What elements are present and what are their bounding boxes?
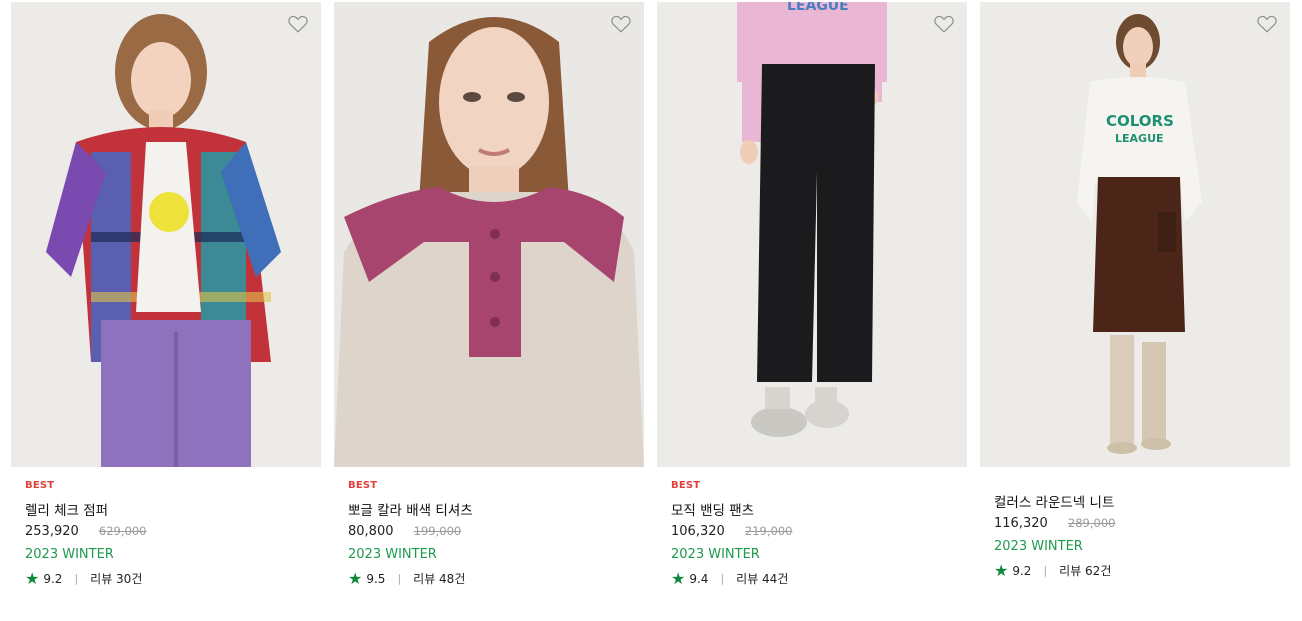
review-count[interactable]: 리뷰 30건 bbox=[90, 570, 142, 587]
heart-outline-icon[interactable] bbox=[933, 13, 955, 35]
product-image[interactable]: LEAGUE bbox=[657, 2, 967, 467]
rating-row: ★ 9.2 | 리뷰 30건 bbox=[25, 570, 142, 587]
rating-score: 9.5 bbox=[366, 571, 386, 586]
price-row: 106,320 219,000 bbox=[671, 524, 792, 539]
product-name[interactable]: 뽀글 칼라 배색 티셔츠 bbox=[348, 499, 473, 519]
original-price: 199,000 bbox=[413, 524, 462, 538]
product-card[interactable]: BEST 렐리 체크 점퍼 253,920 629,000 2023 WINTE… bbox=[11, 2, 321, 602]
heart-outline-icon[interactable] bbox=[610, 13, 632, 35]
product-image[interactable] bbox=[334, 2, 644, 467]
product-name[interactable]: 모직 밴딩 팬츠 bbox=[671, 499, 754, 519]
sale-price: 106,320 bbox=[671, 524, 725, 539]
rating-row: ★ 9.5 | 리뷰 48건 bbox=[348, 570, 465, 587]
price-row: 116,320 289,000 bbox=[994, 516, 1115, 531]
heart-outline-icon[interactable] bbox=[1256, 13, 1278, 35]
best-badge: BEST bbox=[25, 480, 55, 491]
heart-outline-icon[interactable] bbox=[287, 13, 309, 35]
best-badge: BEST bbox=[348, 480, 378, 491]
product-card[interactable]: BEST 뽀글 칼라 배색 티셔츠 80,800 199,000 2023 WI… bbox=[334, 2, 644, 602]
rating-score: 9.4 bbox=[689, 571, 709, 586]
season-label: 2023 WINTER bbox=[348, 547, 437, 562]
star-icon: ★ bbox=[25, 568, 40, 588]
season-label: 2023 WINTER bbox=[25, 547, 114, 562]
review-count[interactable]: 리뷰 44건 bbox=[736, 570, 788, 587]
svg-text:LEAGUE: LEAGUE bbox=[787, 2, 849, 14]
review-count[interactable]: 리뷰 48건 bbox=[413, 570, 465, 587]
season-label: 2023 WINTER bbox=[994, 539, 1083, 554]
star-icon: ★ bbox=[994, 560, 1009, 580]
sale-price: 116,320 bbox=[994, 516, 1048, 531]
original-price: 289,000 bbox=[1067, 516, 1116, 530]
divider: | bbox=[720, 572, 725, 585]
season-label: 2023 WINTER bbox=[671, 547, 760, 562]
divider: | bbox=[397, 572, 402, 585]
sale-price: 253,920 bbox=[25, 524, 79, 539]
rating-score: 9.2 bbox=[43, 571, 63, 586]
svg-text:LEAGUE: LEAGUE bbox=[1115, 132, 1164, 145]
product-grid: BEST 렐리 체크 점퍼 253,920 629,000 2023 WINTE… bbox=[0, 0, 1302, 621]
product-name[interactable]: 컬러스 라운드넥 니트 bbox=[994, 491, 1114, 511]
rating-row: ★ 9.4 | 리뷰 44건 bbox=[671, 570, 788, 587]
star-icon: ★ bbox=[348, 568, 363, 588]
best-badge: BEST bbox=[671, 480, 701, 491]
review-count[interactable]: 리뷰 62건 bbox=[1059, 562, 1111, 579]
product-card[interactable]: COLORS LEAGUE 컬러스 라운드넥 니트 116,320 289,00… bbox=[980, 2, 1290, 602]
product-card[interactable]: LEAGUE BEST 모직 밴딩 팬츠 106,320 219,000 202… bbox=[657, 2, 967, 602]
original-price: 219,000 bbox=[744, 524, 793, 538]
product-image[interactable] bbox=[11, 2, 321, 467]
original-price: 629,000 bbox=[98, 524, 147, 538]
rating-row: ★ 9.2 | 리뷰 62건 bbox=[994, 562, 1111, 579]
svg-text:COLORS: COLORS bbox=[1106, 112, 1174, 130]
product-name[interactable]: 렐리 체크 점퍼 bbox=[25, 499, 108, 519]
sale-price: 80,800 bbox=[348, 524, 394, 539]
divider: | bbox=[1043, 564, 1048, 577]
rating-score: 9.2 bbox=[1012, 563, 1032, 578]
star-icon: ★ bbox=[671, 568, 686, 588]
product-image[interactable]: COLORS LEAGUE bbox=[980, 2, 1290, 467]
price-row: 253,920 629,000 bbox=[25, 524, 146, 539]
divider: | bbox=[74, 572, 79, 585]
price-row: 80,800 199,000 bbox=[348, 524, 461, 539]
